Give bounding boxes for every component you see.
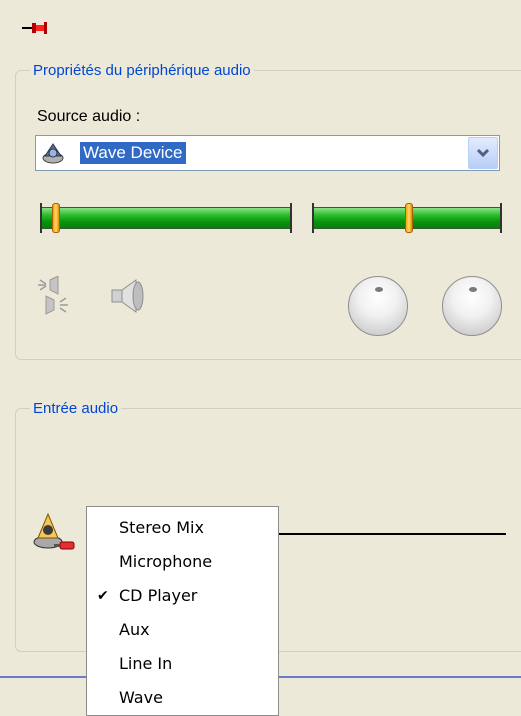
slider-end-tick bbox=[40, 203, 42, 233]
menu-item-label: Wave bbox=[119, 688, 163, 707]
menu-item-cd-player[interactable]: ✔ CD Player bbox=[87, 579, 278, 613]
source-audio-value: Wave Device bbox=[80, 142, 186, 164]
right-volume-slider[interactable] bbox=[312, 203, 502, 233]
menu-item-label: Microphone bbox=[119, 552, 213, 571]
pushpin-icon[interactable] bbox=[22, 20, 48, 36]
slider-track bbox=[40, 207, 292, 229]
slider-end-tick bbox=[500, 203, 502, 233]
speaker-balance-icon[interactable] bbox=[36, 276, 70, 316]
device-properties-title: Propriétés du périphérique audio bbox=[30, 62, 254, 80]
chevron-down-icon bbox=[476, 148, 490, 158]
treble-knob[interactable] bbox=[442, 276, 502, 336]
slider-end-tick bbox=[290, 203, 292, 233]
menu-item-label: Line In bbox=[119, 654, 173, 673]
left-volume-slider[interactable] bbox=[40, 203, 292, 233]
menu-item-aux[interactable]: Aux bbox=[87, 613, 278, 647]
slider-thumb[interactable] bbox=[52, 203, 60, 233]
menu-item-wave[interactable]: Wave bbox=[87, 681, 278, 715]
combobox-dropdown-button[interactable] bbox=[468, 137, 498, 169]
menu-item-stereo-mix[interactable]: Stereo Mix bbox=[87, 511, 278, 545]
bass-knob[interactable] bbox=[348, 276, 408, 336]
source-audio-combobox[interactable]: Wave Device bbox=[35, 135, 500, 171]
menu-item-label: Stereo Mix bbox=[119, 518, 204, 537]
microphone-speaker-icon[interactable] bbox=[32, 510, 76, 554]
slider-end-tick bbox=[312, 203, 314, 233]
speaker-cd-icon bbox=[42, 143, 64, 164]
knob-indicator bbox=[469, 287, 477, 292]
slider-thumb[interactable] bbox=[405, 203, 413, 233]
menu-item-label: Aux bbox=[119, 620, 150, 639]
menu-item-microphone[interactable]: Microphone bbox=[87, 545, 278, 579]
checkmark-icon: ✔ bbox=[97, 588, 109, 604]
speaker-volume-icon[interactable] bbox=[108, 276, 152, 316]
input-level-line bbox=[278, 533, 506, 535]
audio-input-title: Entrée audio bbox=[30, 400, 122, 418]
source-audio-label: Source audio : bbox=[37, 108, 141, 125]
menu-item-line-in[interactable]: Line In bbox=[87, 647, 278, 681]
menu-item-label: CD Player bbox=[119, 586, 198, 605]
knob-indicator bbox=[375, 287, 383, 292]
audio-input-menu[interactable]: Stereo Mix Microphone ✔ CD Player Aux Li… bbox=[86, 506, 279, 716]
